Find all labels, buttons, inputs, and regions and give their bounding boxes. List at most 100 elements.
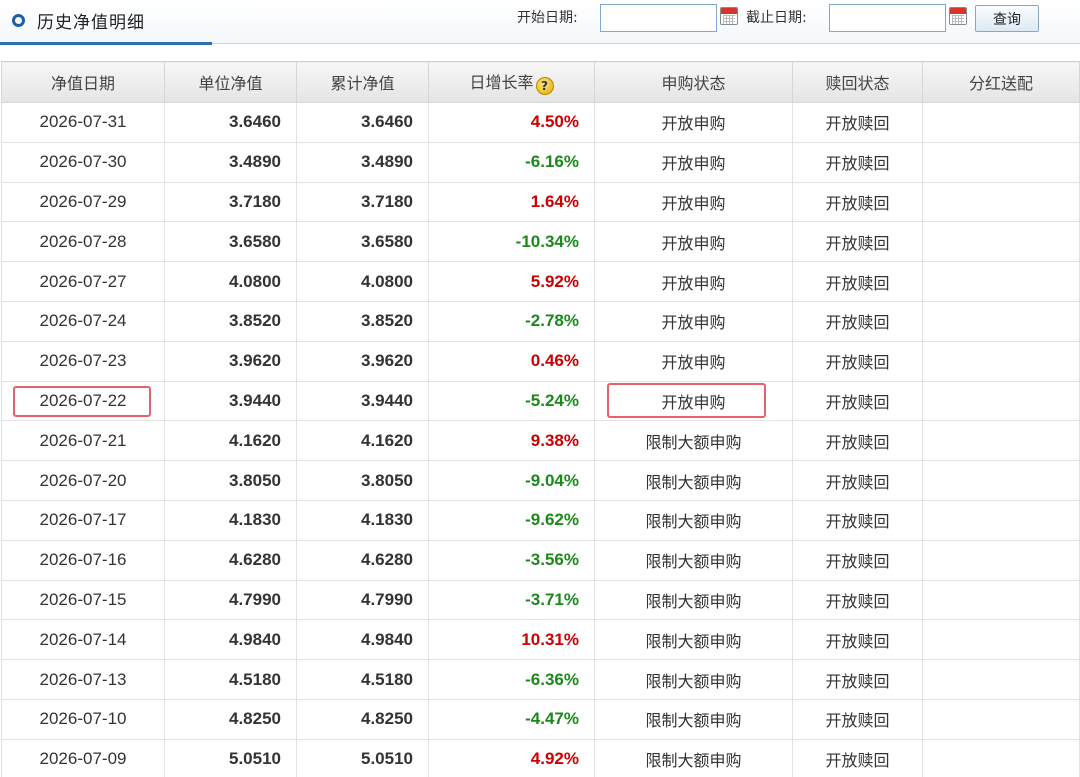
table-row: 2026-07-10 4.8250 4.8250 -4.47% 限制大额申购 开放赎回 <box>1 698 1080 740</box>
cell-purchase-status: 限制大额申购 <box>594 659 793 700</box>
cell-date: 2026-07-28 <box>1 221 165 263</box>
cell-acc-nav: 4.0800 <box>296 261 429 302</box>
cell-unit-nav: 3.9440 <box>164 380 297 422</box>
cell-redeem-status: 开放赎回 <box>792 539 923 581</box>
query-button[interactable]: 查询 <box>975 5 1039 32</box>
table-row: 2026-07-21 4.1620 4.1620 9.38% 限制大额申购 开放赎回 <box>1 420 1080 462</box>
cell-growth: -6.16% <box>428 141 595 183</box>
cell-unit-nav: 3.8520 <box>164 300 297 342</box>
cell-date: 2026-07-16 <box>1 539 165 581</box>
table-header-row: 净值日期 单位净值 累计净值 日增长率? 申购状态 赎回状态 分红送配 <box>1 61 1080 103</box>
cell-acc-nav: 4.9840 <box>296 619 429 661</box>
cell-purchase-status: 限制大额申购 <box>594 420 793 462</box>
cell-dividend <box>922 261 1080 302</box>
cell-purchase-status: 限制大额申购 <box>594 698 793 740</box>
cell-redeem-status: 开放赎回 <box>792 261 923 302</box>
table-body: 2026-07-31 3.6460 3.6460 4.50% 开放申购 开放赎回 2026-… <box>1 102 1080 777</box>
header-divider <box>212 43 1080 44</box>
cell-purchase-status: 开放申购 <box>594 340 793 382</box>
cell-dividend <box>922 659 1080 700</box>
table-row: 2026-07-17 4.1830 4.1830 -9.62% 限制大额申购 开放赎回 <box>1 499 1080 541</box>
col-header-growth: 日增长率? <box>428 61 595 103</box>
cell-date: 2026-07-20 <box>1 460 165 501</box>
cell-purchase-status: 限制大额申购 <box>594 539 793 581</box>
cell-acc-nav: 3.9620 <box>296 340 429 382</box>
cell-unit-nav: 3.9620 <box>164 340 297 382</box>
cell-unit-nav: 4.0800 <box>164 261 297 302</box>
cell-date: 2026-07-17 <box>1 499 165 541</box>
end-date-label: 截止日期: <box>746 10 807 26</box>
cell-growth: -3.56% <box>428 539 595 581</box>
cell-growth: 9.38% <box>428 420 595 462</box>
table-row: 2026-07-13 4.5180 4.5180 -6.36% 限制大额申购 开放赎回 <box>1 659 1080 700</box>
cell-acc-nav: 4.5180 <box>296 659 429 700</box>
cell-date: 2026-07-30 <box>1 141 165 183</box>
cell-redeem-status: 开放赎回 <box>792 300 923 342</box>
cell-unit-nav: 5.0510 <box>164 738 297 777</box>
cell-growth: -9.04% <box>428 460 595 501</box>
cell-growth: -4.47% <box>428 698 595 740</box>
cell-unit-nav: 4.5180 <box>164 659 297 700</box>
table-row: 2026-07-28 3.6580 3.6580 -10.34% 开放申购 开放赎回 <box>1 221 1080 263</box>
cell-unit-nav: 4.7990 <box>164 579 297 621</box>
cell-date: 2026-07-10 <box>1 698 165 740</box>
col-header-unit-nav: 单位净值 <box>164 61 297 103</box>
table-row: 2026-07-20 3.8050 3.8050 -9.04% 限制大额申购 开放赎回 <box>1 460 1080 501</box>
header-bar: 历史净值明细 开始日期: 截止日期: 查询 <box>0 0 1080 45</box>
cell-dividend <box>922 499 1080 541</box>
calendar-icon[interactable] <box>720 7 738 25</box>
table-row: 2026-07-16 4.6280 4.6280 -3.56% 限制大额申购 开放赎回 <box>1 539 1080 581</box>
start-date-label: 开始日期: <box>517 10 578 26</box>
col-header-redeem: 赎回状态 <box>792 61 923 103</box>
cell-acc-nav: 4.8250 <box>296 698 429 740</box>
col-header-acc-nav: 累计净值 <box>296 61 429 103</box>
cell-purchase-status: 开放申购 <box>594 380 793 422</box>
start-date-input[interactable] <box>600 4 717 32</box>
cell-unit-nav: 3.6460 <box>164 102 297 143</box>
col-header-date: 净值日期 <box>1 61 165 103</box>
cell-redeem-status: 开放赎回 <box>792 738 923 777</box>
nav-history-table: 净值日期 单位净值 累计净值 日增长率? 申购状态 赎回状态 分红送配 2026… <box>1 61 1080 777</box>
col-header-dividend: 分红送配 <box>922 61 1080 103</box>
cell-acc-nav: 4.1620 <box>296 420 429 462</box>
calendar-icon[interactable] <box>949 7 967 25</box>
cell-redeem-status: 开放赎回 <box>792 221 923 263</box>
cell-redeem-status: 开放赎回 <box>792 102 923 143</box>
cell-purchase-status: 限制大额申购 <box>594 499 793 541</box>
cell-redeem-status: 开放赎回 <box>792 499 923 541</box>
question-help-icon[interactable]: ? <box>535 77 554 95</box>
cell-purchase-status: 开放申购 <box>594 261 793 302</box>
cell-growth: 10.31% <box>428 619 595 661</box>
cell-redeem-status: 开放赎回 <box>792 380 923 422</box>
cell-purchase-status: 限制大额申购 <box>594 619 793 661</box>
cell-unit-nav: 4.1620 <box>164 420 297 462</box>
cell-acc-nav: 3.6460 <box>296 102 429 143</box>
cell-redeem-status: 开放赎回 <box>792 619 923 661</box>
col-header-purchase: 申购状态 <box>594 61 793 103</box>
cell-date: 2026-07-29 <box>1 181 165 223</box>
cell-dividend <box>922 420 1080 462</box>
cell-dividend <box>922 698 1080 740</box>
cell-dividend <box>922 380 1080 422</box>
table-row: 2026-07-22 3.9440 3.9440 -5.24% 开放申购 开放赎回 <box>1 380 1080 422</box>
cell-acc-nav: 3.8050 <box>296 460 429 501</box>
cell-purchase-status: 开放申购 <box>594 181 793 223</box>
cell-purchase-status: 限制大额申购 <box>594 460 793 501</box>
cell-growth: 5.92% <box>428 261 595 302</box>
cell-date: 2026-07-13 <box>1 659 165 700</box>
cell-unit-nav: 3.6580 <box>164 221 297 263</box>
cell-dividend <box>922 300 1080 342</box>
table-row: 2026-07-27 4.0800 4.0800 5.92% 开放申购 开放赎回 <box>1 261 1080 302</box>
table-row: 2026-07-09 5.0510 5.0510 4.92% 限制大额申购 开放赎回 <box>1 738 1080 777</box>
cell-purchase-status: 限制大额申购 <box>594 579 793 621</box>
title-group: 历史净值明细 <box>12 8 145 33</box>
end-date-input[interactable] <box>829 4 946 32</box>
table-row: 2026-07-30 3.4890 3.4890 -6.16% 开放申购 开放赎回 <box>1 141 1080 183</box>
cell-unit-nav: 4.9840 <box>164 619 297 661</box>
table-row: 2026-07-14 4.9840 4.9840 10.31% 限制大额申购 开放赎回 <box>1 619 1080 661</box>
cell-date: 2026-07-21 <box>1 420 165 462</box>
cell-unit-nav: 3.7180 <box>164 181 297 223</box>
cell-dividend <box>922 579 1080 621</box>
cell-acc-nav: 4.7990 <box>296 579 429 621</box>
cell-growth: 4.92% <box>428 738 595 777</box>
